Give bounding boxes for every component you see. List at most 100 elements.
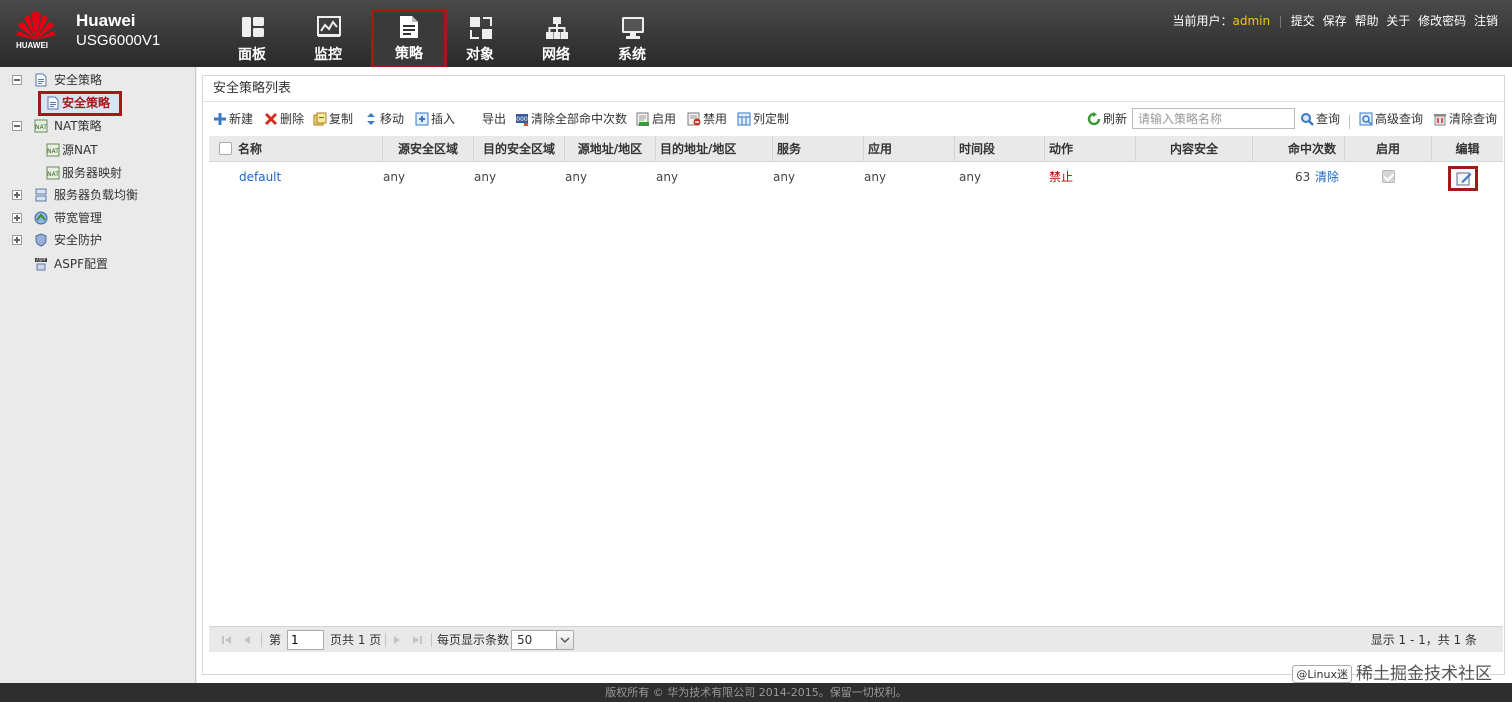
- next-page-icon[interactable]: [391, 634, 403, 646]
- object-icon: [470, 17, 492, 39]
- tree-node-server-load-balancing[interactable]: 服务器负载均衡: [0, 185, 190, 205]
- collapse-toggle-icon[interactable]: [12, 75, 22, 85]
- nat-icon: NAT: [34, 119, 48, 133]
- cell-application: any: [864, 170, 887, 184]
- tree-node-security-policy-child[interactable]: 安全策略: [0, 93, 190, 113]
- top-header: HUAWEI Huawei USG6000V1 面板 监控 策略 对象 网络 系…: [0, 0, 1512, 70]
- nav-objects[interactable]: 对象: [442, 10, 518, 70]
- page-size-select[interactable]: 50: [511, 630, 574, 650]
- col-name[interactable]: 名称: [234, 136, 382, 162]
- clear-hits-link[interactable]: 清除: [1315, 164, 1339, 190]
- policy-name-search-input[interactable]: [1132, 108, 1295, 129]
- edit-button[interactable]: [1448, 166, 1478, 191]
- policy-page-icon: [47, 96, 59, 110]
- panel-title: 安全策略列表: [203, 76, 1504, 102]
- col-enabled[interactable]: 启用: [1344, 136, 1431, 162]
- change-password-link[interactable]: 修改密码: [1418, 14, 1466, 28]
- col-edit[interactable]: 编辑: [1431, 136, 1503, 162]
- nav-system[interactable]: 系统: [594, 10, 670, 70]
- nav-policy[interactable]: 策略: [371, 9, 447, 69]
- nav-monitor[interactable]: 监控: [290, 10, 366, 70]
- col-src-zone[interactable]: 源安全区域: [382, 136, 473, 162]
- tree-node-aspf[interactable]: ASPF ASPF配置: [0, 254, 190, 274]
- dashboard-icon: [242, 17, 264, 37]
- tree-node-source-nat[interactable]: NAT 源NAT: [0, 140, 190, 160]
- watermark-text: 稀土掘金技术社区: [1356, 664, 1492, 684]
- aspf-icon: ASPF: [35, 258, 47, 271]
- tree-node-nat-policy[interactable]: NAT NAT策略: [0, 116, 190, 136]
- about-link[interactable]: 关于: [1386, 14, 1410, 28]
- monitor-chart-icon: [317, 16, 341, 37]
- col-action[interactable]: 动作: [1044, 136, 1135, 162]
- col-application[interactable]: 应用: [863, 136, 954, 162]
- policy-document-icon: [400, 16, 418, 38]
- collapse-toggle-icon[interactable]: [12, 121, 22, 131]
- copy-icon: [313, 112, 327, 126]
- submit-link[interactable]: 提交: [1291, 14, 1315, 28]
- nat-icon: NAT: [46, 143, 60, 157]
- page-prefix: 第: [269, 633, 282, 647]
- cell-hit-count: 63: [1295, 170, 1311, 184]
- policy-name-link[interactable]: default: [239, 164, 281, 190]
- delete-x-icon: [264, 112, 278, 126]
- svg-text:NAT: NAT: [47, 171, 59, 178]
- current-user-name: admin: [1232, 14, 1271, 28]
- cell-dst-zone: any: [474, 170, 497, 184]
- save-link[interactable]: 保存: [1323, 14, 1347, 28]
- col-hit-count[interactable]: 命中次数: [1252, 136, 1344, 162]
- main-content: 安全策略列表 新建 删除 复制 移动 插入 导出 000 清除全部命中次数 启用…: [197, 67, 1512, 683]
- tree-node-bandwidth[interactable]: 带宽管理: [0, 208, 190, 228]
- page-size-label: 每页显示条数: [437, 633, 510, 647]
- col-dst-addr[interactable]: 目的地址/地区: [655, 136, 772, 162]
- advanced-search-icon: [1359, 112, 1373, 126]
- col-src-addr[interactable]: 源地址/地区: [564, 136, 655, 162]
- svg-text:ASPF: ASPF: [36, 258, 47, 263]
- current-user-label: 当前用户：: [1172, 14, 1233, 28]
- col-service[interactable]: 服务: [772, 136, 863, 162]
- expand-toggle-icon[interactable]: [12, 213, 22, 223]
- first-page-icon[interactable]: [221, 634, 233, 646]
- device-model: USG6000V1: [76, 32, 161, 49]
- page-number-input[interactable]: [287, 630, 324, 650]
- policy-table-header: 名称 源安全区域 目的安全区域 源地址/地区 目的地址/地区 服务 应用 时间段…: [209, 136, 1503, 162]
- expand-toggle-icon[interactable]: [12, 190, 22, 200]
- page-total: 页共 1 页: [330, 633, 382, 647]
- nav-network[interactable]: 网络: [518, 10, 594, 70]
- expand-toggle-icon[interactable]: [12, 235, 22, 245]
- huawei-flower-icon: [16, 11, 56, 41]
- last-page-icon[interactable]: [411, 634, 423, 646]
- clear-search-icon: [1434, 114, 1446, 126]
- divider: [1349, 115, 1350, 129]
- help-link[interactable]: 帮助: [1354, 14, 1378, 28]
- enable-icon: [636, 112, 649, 126]
- counter-reset-icon: 000: [516, 114, 529, 126]
- server-icon: [35, 188, 47, 202]
- svg-text:000: 000: [516, 116, 528, 123]
- nav-dashboard[interactable]: 面板: [214, 10, 290, 70]
- enabled-checkbox[interactable]: [1382, 170, 1395, 183]
- col-content-security[interactable]: 内容安全: [1135, 136, 1252, 162]
- logout-link[interactable]: 注销: [1474, 14, 1498, 28]
- prev-page-icon[interactable]: [241, 634, 253, 646]
- cell-action-deny: 禁止: [1049, 170, 1074, 184]
- select-all-checkbox[interactable]: [219, 142, 232, 155]
- col-schedule[interactable]: 时间段: [954, 136, 1044, 162]
- vendor-name: Huawei: [76, 11, 136, 30]
- col-dst-zone[interactable]: 目的安全区域: [473, 136, 564, 162]
- tree-node-server-mapping[interactable]: NAT 服务器映射: [0, 163, 190, 183]
- search-icon: [1301, 113, 1314, 126]
- pagination-bar: 第 页共 1 页 每页显示条数 50 显示 1 - 1，共 1 条: [209, 626, 1503, 652]
- footer: 版权所有 © 华为技术有限公司 2014-2015。保留一切权利。: [0, 683, 1512, 702]
- cell-service: any: [773, 170, 796, 184]
- insert-icon: [415, 112, 429, 126]
- tree-node-security-protection[interactable]: 安全防护: [0, 230, 190, 250]
- system-monitor-icon: [622, 17, 644, 39]
- svg-text:NAT: NAT: [35, 124, 47, 131]
- table-row[interactable]: default any any any any any any any 禁止 6…: [209, 164, 1503, 190]
- policy-page-icon: [35, 73, 47, 87]
- nat-icon: NAT: [46, 166, 60, 180]
- cell-src-addr: any: [565, 170, 588, 184]
- tree-node-security-policy[interactable]: 安全策略: [0, 70, 190, 90]
- chevron-down-icon[interactable]: [556, 631, 573, 649]
- svg-text:NAT: NAT: [47, 148, 59, 155]
